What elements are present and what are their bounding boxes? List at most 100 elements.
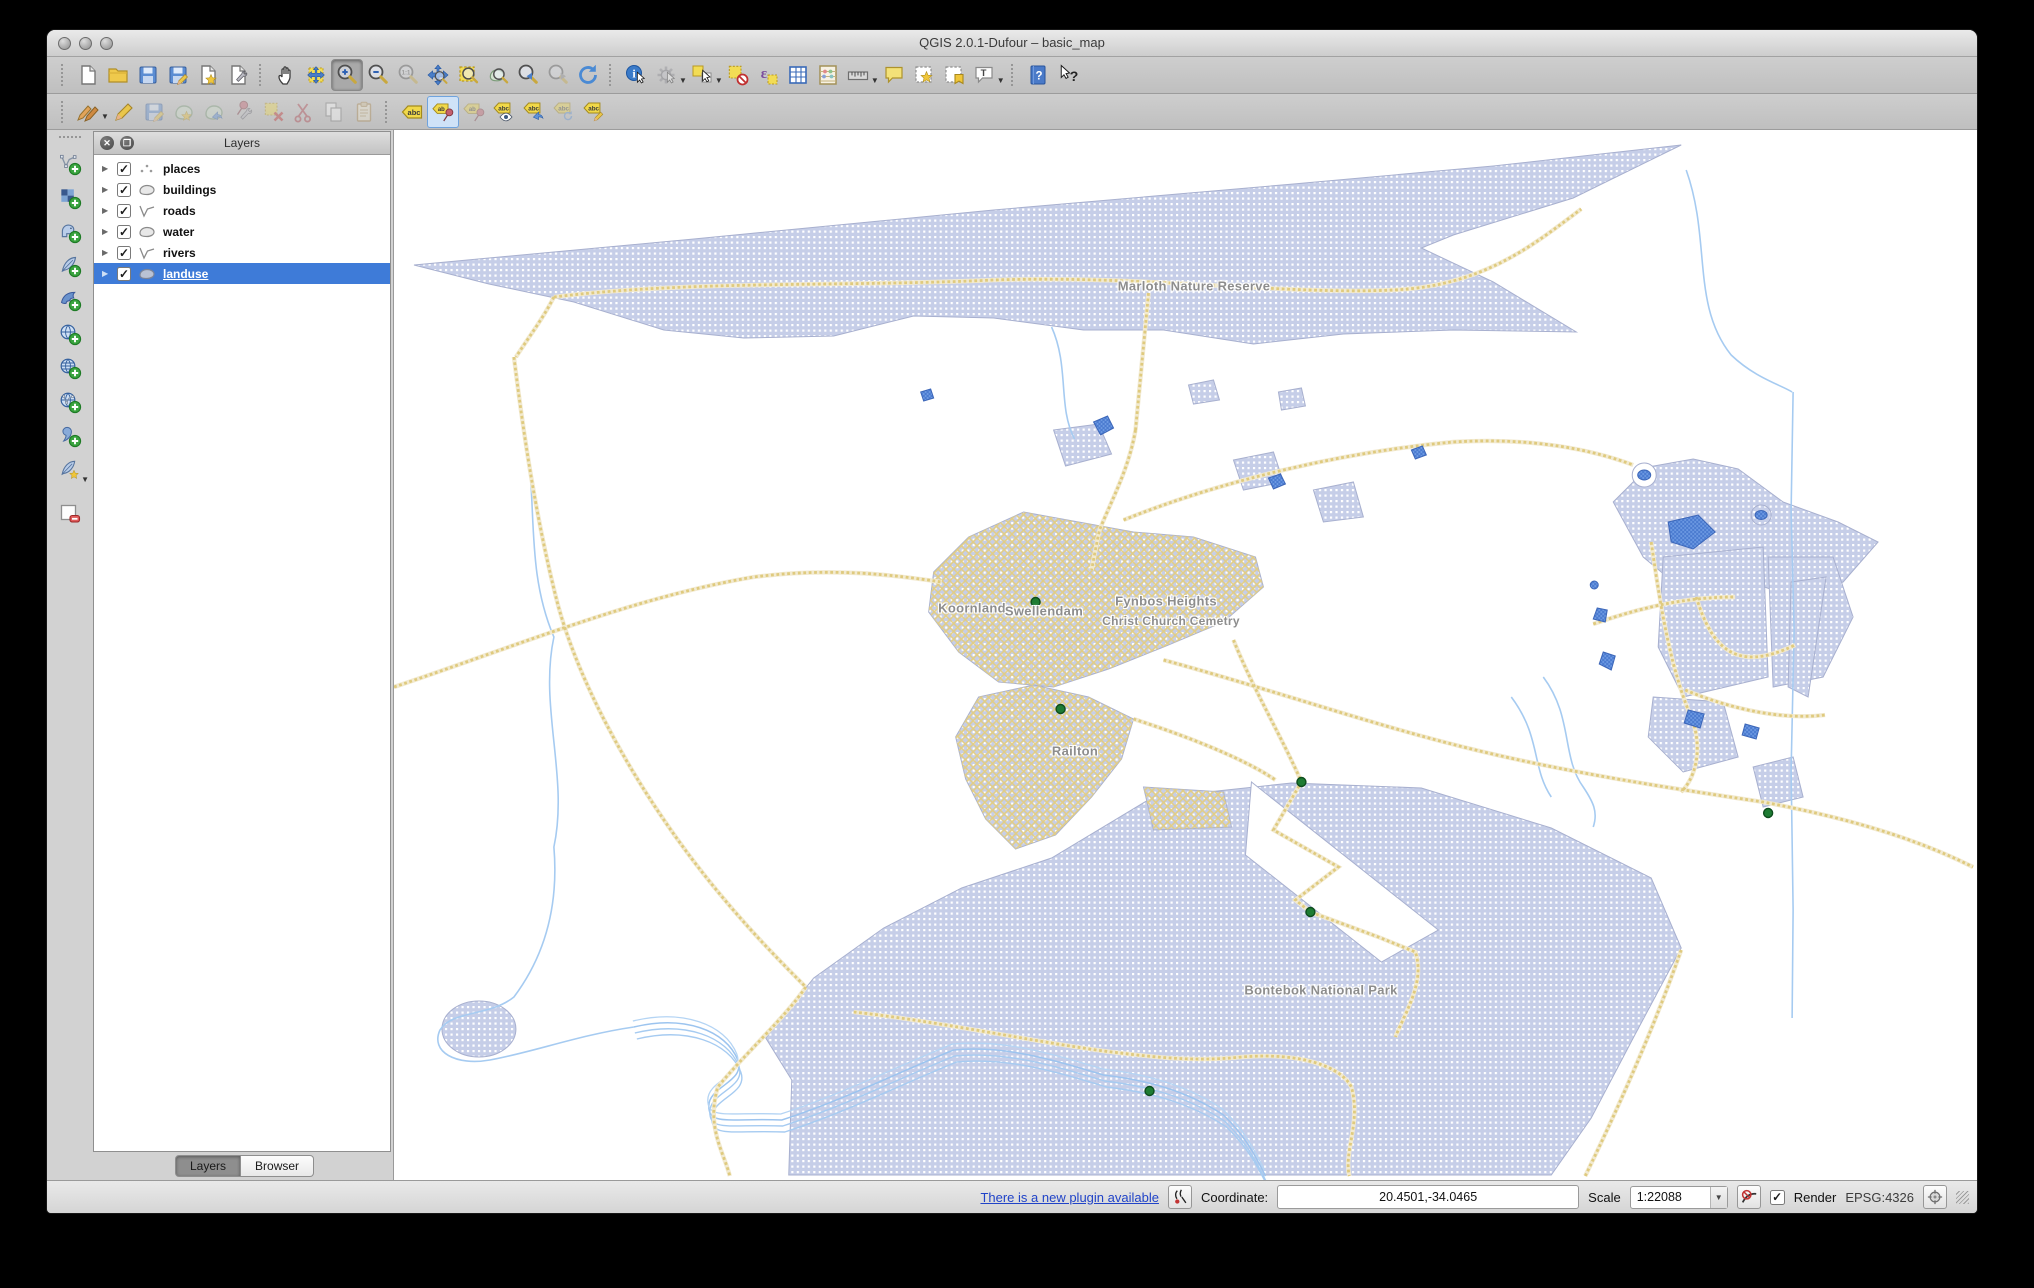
- stop-render-button[interactable]: [1736, 1185, 1761, 1209]
- deselect-features-button[interactable]: [723, 60, 753, 90]
- dropdown-arrow-icon[interactable]: ▼: [81, 475, 89, 484]
- delete-selected-button[interactable]: [259, 97, 289, 127]
- layer-checkbox[interactable]: ✓: [117, 161, 131, 176]
- node-tool-button[interactable]: [229, 97, 259, 127]
- toolbar-handle[interactable]: [61, 64, 67, 86]
- zoom-next-button[interactable]: [543, 60, 573, 90]
- expander-icon[interactable]: ▶: [102, 248, 111, 257]
- expander-icon[interactable]: ▶: [102, 269, 111, 278]
- zoom-in-button[interactable]: [331, 59, 363, 91]
- layer-row-buildings[interactable]: ▶ ✓ buildings: [94, 179, 390, 200]
- move-feature-button[interactable]: [199, 97, 229, 127]
- identify-features-button[interactable]: [621, 60, 651, 90]
- add-delimited-text-layer-button[interactable]: [54, 420, 86, 452]
- new-shapefile-layer-button[interactable]: ▼: [54, 454, 89, 486]
- move-label-button[interactable]: [519, 97, 549, 127]
- layer-checkbox[interactable]: ✓: [117, 203, 131, 218]
- layer-checkbox[interactable]: ✓: [117, 245, 131, 260]
- new-project-button[interactable]: [73, 60, 103, 90]
- layer-row-rivers[interactable]: ▶ ✓ rivers: [94, 242, 390, 263]
- layer-checkbox[interactable]: ✓: [117, 182, 131, 197]
- zoom-to-selection-button[interactable]: [453, 60, 483, 90]
- layer-labeling-options-button[interactable]: [397, 97, 427, 127]
- composer-manager-button[interactable]: [223, 60, 253, 90]
- layer-row-places[interactable]: ▶ ✓ places: [94, 158, 390, 179]
- map-label-railton: Railton: [1051, 743, 1099, 759]
- new-print-composer-button[interactable]: [193, 60, 223, 90]
- map-tips-button[interactable]: [879, 60, 909, 90]
- layer-row-roads[interactable]: ▶ ✓ roads: [94, 200, 390, 221]
- coordinate-input[interactable]: [1277, 1185, 1580, 1209]
- toolbar-handle[interactable]: [59, 136, 81, 143]
- help-contents-button[interactable]: [1023, 60, 1053, 90]
- chevron-down-icon[interactable]: ▼: [1709, 1186, 1727, 1208]
- expander-icon[interactable]: ▶: [102, 227, 111, 236]
- show-hide-labels-button[interactable]: [489, 97, 519, 127]
- map-canvas[interactable]: Marloth Nature Reserve Koornland Swellen…: [393, 130, 1977, 1180]
- rotate-label-button[interactable]: [549, 97, 579, 127]
- select-by-expression-button[interactable]: ε: [753, 60, 783, 90]
- layer-row-water[interactable]: ▶ ✓ water: [94, 221, 390, 242]
- plugin-available-link[interactable]: There is a new plugin available: [980, 1190, 1159, 1205]
- zoom-actual-size-button[interactable]: 1:1: [393, 60, 423, 90]
- select-features-button[interactable]: [687, 60, 717, 90]
- pin-unpin-labels-button[interactable]: [426, 95, 459, 128]
- pan-map-button[interactable]: [271, 60, 301, 90]
- save-layer-edits-button[interactable]: [139, 97, 169, 127]
- field-calculator-button[interactable]: [813, 60, 843, 90]
- toolbar-handle[interactable]: [61, 100, 67, 123]
- add-spatialite-layer-button[interactable]: [54, 250, 86, 282]
- resize-grip[interactable]: [1956, 1190, 1969, 1204]
- run-feature-action-button[interactable]: [651, 60, 681, 90]
- pan-to-selection-button[interactable]: [301, 60, 331, 90]
- render-checkbox[interactable]: ✓: [1769, 1189, 1785, 1205]
- expander-icon[interactable]: ▶: [102, 206, 111, 215]
- open-attribute-table-button[interactable]: [783, 60, 813, 90]
- measure-button[interactable]: [843, 60, 873, 90]
- paste-features-button[interactable]: [349, 97, 379, 127]
- expander-icon[interactable]: ▶: [102, 164, 111, 173]
- add-feature-button[interactable]: [169, 97, 199, 127]
- tab-layers[interactable]: Layers: [175, 1155, 242, 1177]
- save-project-button[interactable]: [133, 60, 163, 90]
- zoom-to-layer-button[interactable]: [483, 60, 513, 90]
- add-vector-layer-button[interactable]: [54, 148, 86, 180]
- add-wfs-layer-button[interactable]: [54, 386, 86, 418]
- zoom-out-button[interactable]: [363, 60, 393, 90]
- crs-status-button[interactable]: [1923, 1185, 1947, 1209]
- add-mssql-layer-button[interactable]: [54, 284, 86, 316]
- highlight-pinned-labels-button[interactable]: [459, 97, 489, 127]
- layer-row-landuse[interactable]: ▶ ✓ landuse: [94, 263, 390, 284]
- scale-combo[interactable]: 1:22088 ▼: [1629, 1185, 1728, 1209]
- minimize-window-button[interactable]: [79, 37, 92, 50]
- whats-this-button[interactable]: ?: [1053, 60, 1083, 90]
- close-window-button[interactable]: [58, 37, 71, 50]
- cut-features-button[interactable]: [289, 97, 319, 127]
- add-raster-layer-button[interactable]: [54, 182, 86, 214]
- copy-features-button[interactable]: [319, 97, 349, 127]
- tab-browser[interactable]: Browser: [241, 1155, 315, 1177]
- layer-checkbox[interactable]: ✓: [117, 224, 131, 239]
- new-bookmark-button[interactable]: [909, 60, 939, 90]
- layer-checkbox[interactable]: ✓: [117, 266, 131, 281]
- add-wms-layer-button[interactable]: [54, 318, 86, 350]
- refresh-map-button[interactable]: [573, 60, 603, 90]
- show-bookmarks-button[interactable]: [939, 60, 969, 90]
- change-label-button[interactable]: [579, 97, 609, 127]
- expander-icon[interactable]: ▶: [102, 185, 111, 194]
- open-project-button[interactable]: [103, 60, 133, 90]
- toggle-editing-button[interactable]: [109, 97, 139, 127]
- text-annotation-button[interactable]: [969, 60, 999, 90]
- save-project-as-button[interactable]: [163, 60, 193, 90]
- remove-layer-button[interactable]: [54, 498, 86, 530]
- add-postgis-layer-button[interactable]: [54, 216, 86, 248]
- add-wcs-layer-button[interactable]: [54, 352, 86, 384]
- zoom-full-extent-button[interactable]: [423, 60, 453, 90]
- toolbar-separator: [1010, 64, 1017, 86]
- plugin-manager-button[interactable]: [1167, 1185, 1192, 1209]
- move-feature-icon: [202, 100, 226, 120]
- zoom-window-button[interactable]: [100, 37, 113, 50]
- current-edits-button[interactable]: [73, 97, 103, 127]
- zoom-last-button[interactable]: [513, 60, 543, 90]
- floppy-icon: [136, 63, 160, 87]
